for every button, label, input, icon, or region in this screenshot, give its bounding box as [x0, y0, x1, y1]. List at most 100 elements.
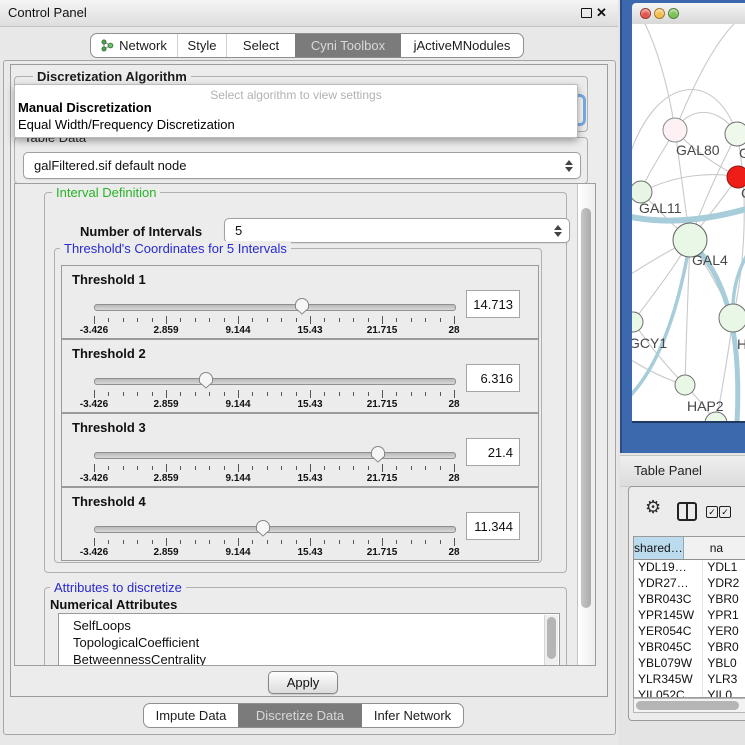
- attributes-group-title: Attributes to discretize: [50, 580, 186, 595]
- checkbox-icon[interactable]: ✓: [719, 506, 731, 518]
- table-panel-title: Table Panel: [634, 456, 702, 486]
- node-label: GAL11: [639, 200, 682, 216]
- network-node[interactable]: [719, 304, 745, 332]
- tab-network[interactable]: Network: [91, 34, 177, 57]
- table-row[interactable]: YER054CYER0: [634, 624, 745, 640]
- node-table[interactable]: shared… na YDL19…YDL1YDR27…YDR2YBR043CYB…: [633, 536, 745, 698]
- control-panel: Control Panel ✕ Network Style Select Cyn…: [0, 0, 618, 745]
- float-window-icon[interactable]: [581, 8, 592, 18]
- stepper-icon: [564, 159, 573, 173]
- stepper-icon: [553, 224, 562, 238]
- column-header-name[interactable]: na: [684, 537, 745, 559]
- column-layout-icon[interactable]: [677, 502, 697, 521]
- algorithm-group-title: Discretization Algorithm: [33, 69, 191, 84]
- network-node[interactable]: [725, 122, 745, 146]
- threshold-3-value[interactable]: 21.4: [466, 438, 520, 466]
- checkbox-icon[interactable]: ✓: [706, 506, 718, 518]
- table-row[interactable]: YIL052CYIL0: [634, 688, 745, 698]
- table-row[interactable]: YLR345WYLR3: [634, 672, 745, 688]
- top-tab-bar: Network Style Select Cyni Toolbox jActiv…: [90, 33, 524, 58]
- settings-scroll-area: Interval Definition Number of Intervals …: [14, 183, 596, 666]
- threshold-2-panel: Threshold 2 -3.4262.8599.14415.4321.7152…: [61, 339, 539, 413]
- table-panel: ⚙ ✓ ✓ shared… na YDL19…YDL1YDR27…YDR2YBR…: [628, 486, 745, 721]
- network-window-titlebar: [632, 3, 745, 25]
- interval-definition-title: Interval Definition: [52, 185, 160, 200]
- table-row[interactable]: YDR27…YDR2: [634, 576, 745, 592]
- threshold-4-value[interactable]: 11.344: [466, 512, 520, 540]
- node-label: GA: [739, 145, 745, 161]
- node-label: C: [741, 185, 745, 201]
- minimize-traffic-light-icon[interactable]: [654, 8, 665, 19]
- node-label: GAL4: [692, 252, 728, 268]
- threshold-4-panel: Threshold 4 -3.4262.8599.14415.4321.7152…: [61, 487, 539, 561]
- table-row[interactable]: YBL079WYBL0: [634, 656, 745, 672]
- node-label: H: [737, 336, 745, 352]
- attributes-group: Attributes to discretize Numerical Attri…: [44, 587, 567, 666]
- node-label: GAL80: [676, 142, 720, 158]
- network-node[interactable]: [632, 312, 643, 332]
- panel-title: Control Panel: [8, 0, 87, 26]
- threshold-3-panel: Threshold 3 -3.4262.8599.14415.4321.7152…: [61, 413, 539, 487]
- table-data-combo[interactable]: galFiltered.sif default node: [23, 152, 581, 179]
- table-row[interactable]: YPR145WYPR1: [634, 608, 745, 624]
- thresholds-group: Threshold's Coordinates for 5 Intervals …: [54, 248, 542, 563]
- node-label: GCY1: [632, 335, 667, 351]
- algorithm-popup: Select algorithm to view settings Manual…: [14, 84, 578, 138]
- column-header-shared[interactable]: shared…: [634, 537, 684, 559]
- numerical-attributes-label: Numerical Attributes: [50, 597, 177, 612]
- vertical-scrollbar[interactable]: [577, 184, 595, 665]
- thresholds-group-title: Threshold's Coordinates for 5 Intervals: [60, 241, 291, 256]
- table-data-group: Table Data galFiltered.sif default node: [14, 137, 588, 184]
- threshold-1-value[interactable]: 14.713: [466, 290, 520, 318]
- network-icon: [101, 39, 114, 52]
- table-row[interactable]: YBR045CYBR0: [634, 640, 745, 656]
- slider-handle[interactable]: [198, 372, 213, 389]
- network-node[interactable]: [663, 118, 687, 142]
- bottom-tab-bar: Impute Data Discretize Data Infer Networ…: [143, 703, 464, 728]
- network-view-window[interactable]: GAL80 GA C GAL11 GAL4 H GCY1 HAP2: [620, 0, 745, 453]
- apply-button[interactable]: Apply: [268, 671, 338, 694]
- close-traffic-light-icon[interactable]: [640, 8, 651, 19]
- network-canvas-svg: GAL80 GA C GAL11 GAL4 H GCY1 HAP2: [632, 24, 745, 421]
- tab-jactivemnodules[interactable]: jActiveMNodules: [400, 34, 523, 57]
- popup-item-manual[interactable]: Manual Discretization: [18, 100, 152, 115]
- close-icon[interactable]: ✕: [596, 5, 607, 21]
- attribute-list-item[interactable]: BetweennessCentrality: [59, 651, 559, 666]
- slider-handle[interactable]: [294, 298, 309, 315]
- attribute-list-item[interactable]: SelfLoops: [59, 617, 559, 634]
- table-body: YDL19…YDL1YDR27…YDR2YBR043CYBR0YPR145WYP…: [634, 560, 745, 698]
- attribute-list-item[interactable]: TopologicalCoefficient: [59, 634, 559, 651]
- threshold-1-slider[interactable]: -3.4262.8599.14415.4321.71528: [94, 296, 454, 332]
- popup-item-equal-width[interactable]: Equal Width/Frequency Discretization: [18, 117, 235, 132]
- threshold-2-slider[interactable]: -3.4262.8599.14415.4321.71528: [94, 370, 454, 406]
- network-canvas[interactable]: GAL80 GA C GAL11 GAL4 H GCY1 HAP2: [632, 24, 745, 421]
- tab-discretize-data[interactable]: Discretize Data: [238, 704, 361, 727]
- threshold-1-panel: Threshold 1 -3.4262.8599.14415.4321.7152…: [61, 265, 539, 339]
- threshold-3-slider[interactable]: -3.4262.8599.14415.4321.71528: [94, 444, 454, 480]
- tab-impute-data[interactable]: Impute Data: [144, 704, 238, 727]
- slider-handle[interactable]: [256, 520, 271, 537]
- number-of-intervals-combo[interactable]: 5: [224, 218, 570, 243]
- interval-definition-group: Interval Definition Number of Intervals …: [44, 192, 567, 573]
- table-row[interactable]: YBR043CYBR0: [634, 592, 745, 608]
- maximize-traffic-light-icon[interactable]: [668, 8, 679, 19]
- horizontal-scrollbar[interactable]: [633, 698, 745, 713]
- threshold-4-slider[interactable]: -3.4262.8599.14415.4321.71528: [94, 518, 454, 554]
- tab-select[interactable]: Select: [226, 34, 295, 57]
- tab-network-label: Network: [119, 34, 167, 57]
- numerical-attributes-list[interactable]: SelfLoopsTopologicalCoefficientBetweenne…: [58, 613, 560, 666]
- tab-style[interactable]: Style: [177, 34, 226, 57]
- gear-icon[interactable]: ⚙: [645, 497, 661, 518]
- network-node[interactable]: [675, 375, 695, 395]
- table-row[interactable]: YDL19…YDL1: [634, 560, 745, 576]
- tab-infer-network[interactable]: Infer Network: [361, 704, 463, 727]
- table-panel-header: Table Panel: [620, 455, 745, 487]
- table-header-row: shared… na: [634, 537, 745, 560]
- tab-cyni-toolbox[interactable]: Cyni Toolbox: [295, 34, 400, 57]
- node-label: HAP2: [687, 398, 724, 414]
- threshold-2-value[interactable]: 6.316: [466, 364, 520, 392]
- control-panel-titlebar: Control Panel ✕: [0, 0, 618, 27]
- slider-handle[interactable]: [371, 446, 386, 463]
- number-of-intervals-label: Number of Intervals: [80, 224, 202, 239]
- list-scrollbar[interactable]: [544, 615, 558, 666]
